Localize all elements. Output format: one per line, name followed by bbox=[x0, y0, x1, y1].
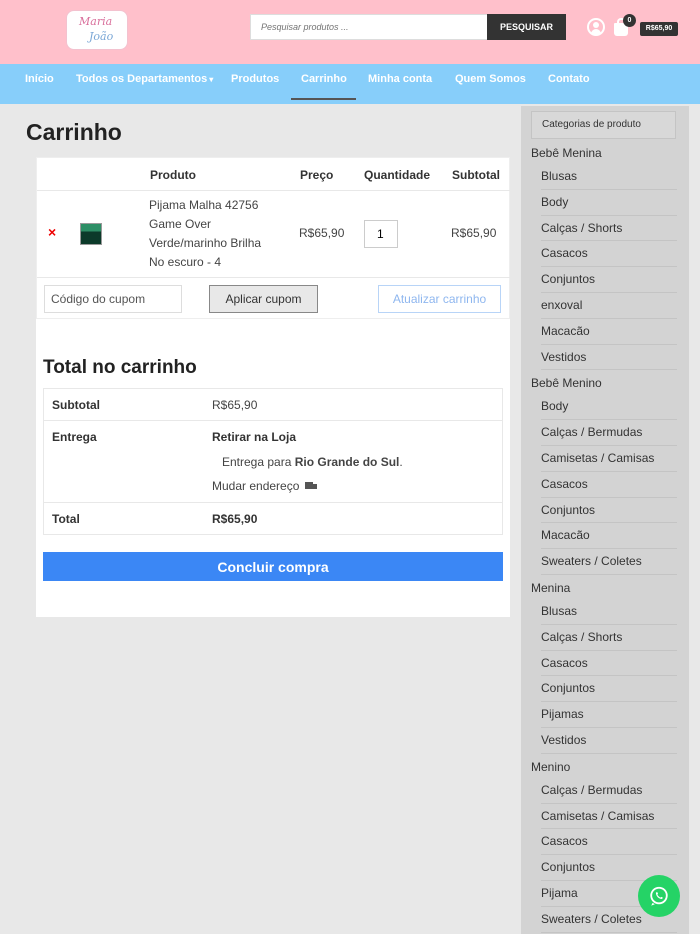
category-item[interactable]: Conjuntos bbox=[541, 498, 677, 524]
cart-totals-title: Total no carrinho bbox=[43, 357, 197, 378]
cart-total-badge[interactable]: R$65,90 bbox=[640, 22, 678, 36]
category-item[interactable]: Casacos bbox=[541, 829, 677, 856]
total-value: R$65,90 bbox=[212, 512, 258, 526]
shipping-label: Entrega bbox=[52, 430, 97, 444]
column-header-price: Preço bbox=[300, 168, 334, 182]
shipping-method[interactable]: Retirar na Loja bbox=[212, 430, 296, 444]
category-item[interactable]: Vestidos bbox=[541, 345, 677, 371]
category-item[interactable]: Calças / Bermudas bbox=[541, 420, 677, 446]
category-item[interactable]: Pijamas bbox=[541, 702, 677, 728]
category-item[interactable]: Calças / Shorts bbox=[541, 625, 677, 651]
update-cart-button[interactable]: Atualizar carrinho bbox=[378, 285, 501, 313]
nav-item-inicio[interactable]: Início bbox=[25, 64, 54, 104]
category-item[interactable]: Sweaters / Coletes bbox=[541, 549, 677, 575]
category-group-label[interactable]: Menina bbox=[521, 575, 689, 599]
category-item[interactable]: enxoval bbox=[541, 293, 677, 319]
totals-divider bbox=[44, 502, 502, 503]
product-price: R$65,90 bbox=[299, 226, 345, 240]
category-item[interactable]: Casacos bbox=[541, 472, 677, 498]
search-input[interactable] bbox=[250, 14, 488, 40]
whatsapp-button[interactable] bbox=[638, 875, 680, 917]
apply-coupon-button[interactable]: Aplicar cupom bbox=[209, 285, 318, 313]
shipping-destination-prefix: Entrega para bbox=[222, 455, 295, 469]
category-item[interactable]: Casacos bbox=[541, 241, 677, 268]
category-item[interactable]: Conjuntos bbox=[541, 267, 677, 293]
table-divider bbox=[37, 190, 511, 191]
main-nav: Início Todos os Departamentos ▾ Produtos … bbox=[0, 64, 700, 104]
truck-icon bbox=[305, 482, 318, 491]
change-address-label: Mudar endereço bbox=[212, 479, 300, 493]
chevron-down-icon: ▾ bbox=[209, 75, 214, 84]
category-item[interactable]: Macacão bbox=[541, 319, 677, 345]
site-header: Maria João PESQUISAR 0 R$65,90 bbox=[0, 0, 700, 64]
category-item[interactable]: Casacos bbox=[541, 651, 677, 677]
totals-divider bbox=[44, 420, 502, 421]
nav-item-minha-conta[interactable]: Minha conta bbox=[368, 64, 432, 104]
category-group-label[interactable]: Bebê Menina bbox=[521, 140, 689, 164]
column-header-subtotal: Subtotal bbox=[452, 168, 500, 182]
whatsapp-icon bbox=[650, 886, 668, 906]
category-item[interactable]: Vestidos bbox=[541, 728, 677, 754]
shipping-destination: Entrega para Rio Grande do Sul. bbox=[222, 455, 403, 469]
category-item[interactable]: Camisetas / Camisas bbox=[541, 804, 677, 830]
sidebar-title: Categorias de produto bbox=[531, 111, 676, 139]
coupon-code-input[interactable] bbox=[44, 285, 182, 313]
category-item[interactable]: Camisetas / Camisas bbox=[541, 446, 677, 472]
cart-card: Produto Preço Quantidade Subtotal × Pija… bbox=[36, 157, 511, 617]
logo-text-joao: João bbox=[89, 30, 114, 43]
category-item[interactable]: Body bbox=[541, 190, 677, 216]
user-icon[interactable] bbox=[587, 18, 605, 36]
nav-item-departamentos[interactable]: Todos os Departamentos ▾ bbox=[76, 64, 213, 104]
nav-item-label: Todos os Departamentos bbox=[76, 73, 208, 85]
category-item[interactable]: Blusas bbox=[541, 599, 677, 625]
nav-item-quem-somos[interactable]: Quem Somos bbox=[455, 64, 526, 104]
category-group-label[interactable]: Menino bbox=[521, 754, 689, 778]
remove-icon[interactable]: × bbox=[48, 224, 56, 240]
logo-text-maria: Maria bbox=[79, 15, 113, 28]
category-item[interactable]: Blusas bbox=[541, 164, 677, 190]
product-subtotal: R$65,90 bbox=[451, 226, 497, 240]
site-logo[interactable]: Maria João bbox=[66, 10, 128, 50]
product-name-link[interactable]: Pijama Malha 42756 Game Over Verde/marin… bbox=[149, 196, 279, 272]
total-label: Total bbox=[52, 512, 80, 526]
cart-totals-table: Subtotal R$65,90 Entrega Retirar na Loja… bbox=[43, 388, 503, 535]
subtotal-value: R$65,90 bbox=[212, 398, 258, 412]
search-button[interactable]: PESQUISAR bbox=[487, 14, 566, 40]
category-item[interactable]: Calças / Bermudas bbox=[541, 778, 677, 804]
product-thumbnail[interactable] bbox=[80, 223, 102, 245]
category-item[interactable]: Macacão bbox=[541, 523, 677, 550]
category-item[interactable]: Body bbox=[541, 394, 677, 421]
category-group-label[interactable]: Bebê Menino bbox=[521, 370, 689, 394]
category-item[interactable]: Calças / Shorts bbox=[541, 216, 677, 242]
cart-count-badge[interactable]: 0 bbox=[623, 14, 636, 27]
cart-table: Produto Preço Quantidade Subtotal × Pija… bbox=[36, 157, 511, 319]
shipping-destination-suffix: . bbox=[399, 455, 403, 469]
page-title: Carrinho bbox=[26, 119, 122, 145]
subtotal-label: Subtotal bbox=[52, 398, 100, 412]
category-item[interactable]: Conjuntos bbox=[541, 676, 677, 703]
shipping-state: Rio Grande do Sul bbox=[294, 455, 400, 469]
category-list: Bebê Menina Blusas Body Calças / Shorts Casa… bbox=[521, 140, 689, 933]
nav-item-contato[interactable]: Contato bbox=[548, 64, 590, 104]
table-divider bbox=[37, 277, 511, 278]
product-categories-sidebar: Categorias de produto Bebê Menina Blusas B… bbox=[521, 106, 689, 934]
checkout-button[interactable]: Concluir compra bbox=[43, 552, 503, 581]
nav-item-produtos[interactable]: Produtos bbox=[231, 64, 279, 104]
change-address-link[interactable]: Mudar endereço bbox=[212, 479, 318, 493]
quantity-input[interactable] bbox=[364, 220, 398, 248]
nav-item-carrinho[interactable]: Carrinho bbox=[291, 64, 356, 104]
column-header-product: Produto bbox=[150, 168, 196, 182]
column-header-quantity: Quantidade bbox=[364, 168, 431, 182]
